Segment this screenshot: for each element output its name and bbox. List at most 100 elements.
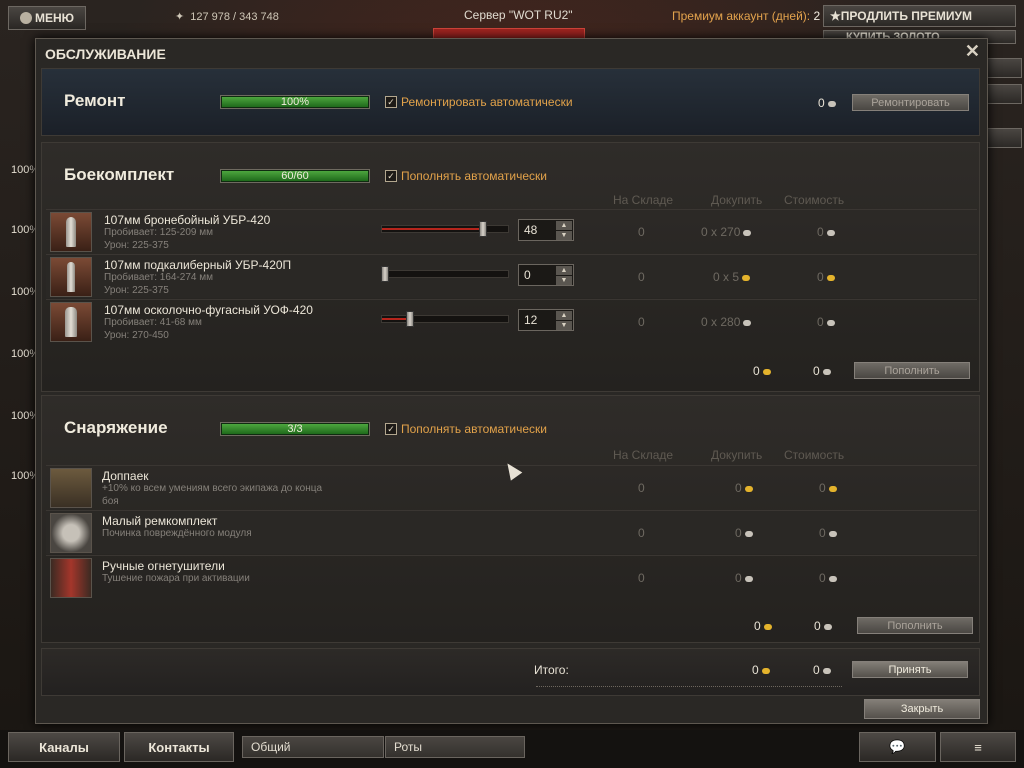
slider-knob[interactable] <box>381 266 389 282</box>
ammo-section: Боекомплект 60/60 ✓ Пополнять автоматичес… <box>41 142 980 392</box>
equipment-section: Снаряжение 3/3 ✓ Пополнять автоматически … <box>41 395 980 643</box>
notifications-icon[interactable]: ≡ <box>940 732 1016 762</box>
repair-cost: 0 <box>818 96 836 110</box>
shell-shape <box>67 262 75 292</box>
col-stock: На Складе <box>613 448 674 462</box>
top-bar: МЕНЮ ✦ 127 978 / 343 748 Сервер "WOT RU2"… <box>0 0 1024 44</box>
total-credits: 0 <box>813 663 831 677</box>
ammo-row: 107мм бронебойный УБР-420 Пробивает: 125… <box>46 209 977 253</box>
ammo-stock: 0 <box>638 225 645 239</box>
chat-tab-company[interactable]: Роты <box>385 736 525 758</box>
ammo-cost: 0 <box>817 225 835 239</box>
vehicle-status-column: 100% 100% 100% 100% 100% 100% <box>4 120 39 520</box>
gold-icon <box>761 667 770 674</box>
equip-total-gold-value: 0 <box>754 619 761 633</box>
credits-icon <box>822 667 831 674</box>
divider <box>536 686 842 687</box>
chat-bubble-icon[interactable]: 💬 <box>859 732 936 762</box>
total-label: Итого: <box>534 663 569 677</box>
premium-days: 2 <box>813 9 821 23</box>
premium-label: Премиум аккаунт (дней): <box>672 9 811 23</box>
ammo-total-gold: 0 <box>753 364 771 378</box>
equip-cost-value: 0 <box>819 526 826 540</box>
ammo-count: 0 <box>524 268 531 282</box>
fire-extinguisher-icon <box>50 558 92 598</box>
ammo-slider[interactable] <box>381 266 509 282</box>
service-dialog: ОБСЛУЖИВАНИЕ ✕ Ремонт 100% ✓ Ремонтироват… <box>35 38 988 724</box>
accept-button[interactable]: Принять <box>852 661 968 678</box>
buy-premium-button[interactable]: ★ ПРОДЛИТЬ ПРЕМИУМ <box>823 5 1016 27</box>
channels-button[interactable]: Каналы <box>8 732 120 762</box>
ammo-dmg: Урон: 270-450 <box>104 330 169 341</box>
checkbox-icon: ✓ <box>385 423 397 435</box>
repair-button[interactable]: Ремонтировать <box>852 94 969 111</box>
chat-tab-general[interactable]: Общий <box>242 736 384 758</box>
ammo-buy: 0 x 5 <box>713 270 751 284</box>
right-panel-button[interactable] <box>986 58 1022 78</box>
ammo-dmg: Урон: 225-375 <box>104 285 169 296</box>
arrow-down-icon[interactable]: ▼ <box>556 231 572 240</box>
shell-shape <box>66 217 76 247</box>
ammo-count-stepper[interactable]: 48 ▲ ▼ <box>518 219 574 241</box>
ammo-auto-checkbox[interactable]: ✓ Пополнять автоматически <box>385 169 547 183</box>
slider-knob[interactable] <box>479 221 487 237</box>
ammo-slider[interactable] <box>381 311 509 327</box>
col-cost: Стоимость <box>784 193 845 207</box>
shell-shape <box>65 307 77 337</box>
repair-auto-checkbox[interactable]: ✓ Ремонтировать автоматически <box>385 95 573 109</box>
col-stock: На Складе <box>613 193 674 207</box>
ammo-name: 107мм бронебойный УБР-420 <box>104 213 271 227</box>
server-label: Сервер "WOT RU2" <box>464 8 573 22</box>
slider-knob[interactable] <box>406 311 414 327</box>
col-buy: Докупить <box>711 193 763 207</box>
credits-icon <box>743 319 752 326</box>
arrow-down-icon[interactable]: ▼ <box>556 276 572 285</box>
equip-row: Малый ремкомплект Починка повреждённого … <box>46 510 977 554</box>
ammo-cost-value: 0 <box>817 225 824 239</box>
arrow-down-icon[interactable]: ▼ <box>556 321 572 330</box>
total-section: Итого: 0 0 Принять <box>41 648 980 696</box>
ammo-count-stepper[interactable]: 12 ▲ ▼ <box>518 309 574 331</box>
total-gold-value: 0 <box>752 663 759 677</box>
ammo-cost-value: 0 <box>817 315 824 329</box>
credits-icon <box>822 368 831 375</box>
gear-icon <box>19 12 32 24</box>
close-icon[interactable]: ✕ <box>965 41 980 62</box>
menu-label: МЕНЮ <box>34 11 75 25</box>
credits-icon <box>743 229 752 236</box>
equip-progress-label: 3/3 <box>287 423 303 435</box>
ammo-cost: 0 <box>817 270 835 284</box>
repair-title: Ремонт <box>64 91 126 110</box>
contacts-button[interactable]: Контакты <box>124 732 234 762</box>
equip-refill-button[interactable]: Пополнить <box>857 617 973 634</box>
equip-name: Малый ремкомплект <box>102 514 218 528</box>
equip-auto-checkbox[interactable]: ✓ Пополнять автоматически <box>385 422 547 436</box>
equip-cost-value: 0 <box>819 481 826 495</box>
arrow-up-icon[interactable]: ▲ <box>556 311 572 320</box>
right-panel-button[interactable] <box>986 84 1022 104</box>
credits-icon <box>744 530 753 537</box>
arrow-up-icon[interactable]: ▲ <box>556 266 572 275</box>
ammo-count-stepper[interactable]: 0 ▲ ▼ <box>518 264 574 286</box>
menu-button[interactable]: МЕНЮ <box>8 6 86 30</box>
exp-value: 127 978 / 343 748 <box>190 10 279 23</box>
gold-icon <box>742 274 751 281</box>
ammo-row: 107мм осколочно-фугасный УОФ-420 Пробива… <box>46 299 977 343</box>
repair-kit-icon <box>50 513 92 553</box>
ammo-stock: 0 <box>638 315 645 329</box>
ammo-slider[interactable] <box>381 221 509 237</box>
equip-name: Доппаек <box>102 469 149 483</box>
buy-premium-label: ПРОДЛИТЬ ПРЕМИУМ <box>840 9 973 23</box>
ammo-buy: 0 x 280 <box>701 315 752 329</box>
ammo-refill-button[interactable]: Пополнить <box>854 362 970 379</box>
ammo-pen: Пробивает: 164-274 мм <box>104 272 213 283</box>
right-panel-button[interactable] <box>986 128 1022 148</box>
arrow-up-icon[interactable]: ▲ <box>556 221 572 230</box>
ammo-buy-value: 0 x 270 <box>701 225 741 239</box>
gold-icon <box>828 485 837 492</box>
credits-icon <box>827 100 836 107</box>
close-button[interactable]: Закрыть <box>864 699 980 719</box>
repair-auto-label: Ремонтировать автоматически <box>401 95 573 109</box>
equip-stock: 0 <box>638 481 645 495</box>
equip-auto-label: Пополнять автоматически <box>401 422 547 436</box>
